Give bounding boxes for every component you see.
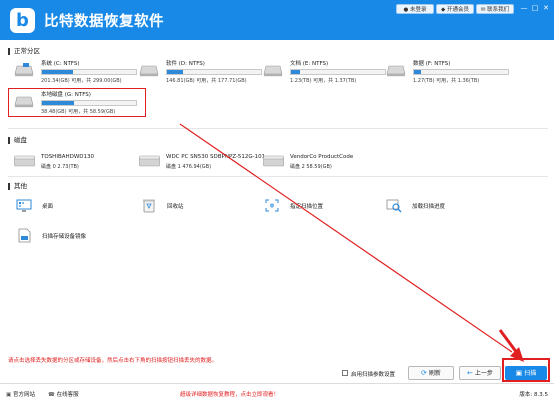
partition-usage-bar <box>41 69 137 75</box>
scan-settings-checkbox[interactable] <box>342 370 348 376</box>
drive-icon <box>263 65 283 77</box>
disk-item[interactable]: WDC PC SN530 SDBPNPZ-512G-1014 磁盘 1 476.… <box>139 153 269 173</box>
partition-usage-bar <box>290 69 386 75</box>
app-title: 比特数据恢复软件 <box>44 14 164 30</box>
support-link[interactable]: ☎ 在线客服 <box>48 390 79 398</box>
refresh-icon: ⟳ <box>421 369 427 377</box>
section-disks-header: 磁盘 <box>8 134 27 144</box>
disk-item[interactable]: TOSHIBAHDWD130 磁盘 0 2.73(TB) <box>14 153 144 173</box>
close-icon[interactable]: ✕ <box>542 3 550 13</box>
disk-info: 磁盘 0 2.73(TB) <box>41 164 79 170</box>
partition-item[interactable]: 数据 (F: NTFS) 1.27(TB) 可用，共 1.36(TB) <box>386 59 516 85</box>
monitor-icon: ▣ <box>6 392 13 398</box>
desktop-item[interactable]: 桌面 <box>16 198 126 214</box>
login-button[interactable]: ● 未登录 <box>396 4 434 14</box>
recycle-bin-label: 回收站 <box>167 204 184 210</box>
disk-image-item[interactable]: 扫描存储设备镜像 <box>16 228 136 244</box>
disk-name: VendorCo ProductCode <box>290 154 354 160</box>
partition-usage-fill <box>42 70 74 74</box>
headset-icon: ☎ <box>48 392 57 398</box>
partition-space: 201.34(GB) 可用，共 299.00(GB) <box>41 78 122 84</box>
desktop-icon <box>16 199 32 212</box>
drive-icon <box>14 63 34 77</box>
contact-button[interactable]: ✉ 联系我们 <box>476 4 514 14</box>
disk-image-label: 扫描存储设备镜像 <box>42 234 87 240</box>
hard-disk-icon <box>139 155 160 167</box>
divider <box>8 176 548 177</box>
specify-location-label: 指定扫描位置 <box>290 204 324 210</box>
partition-name: 系统 (C: NTFS) <box>41 61 80 67</box>
disk-info: 磁盘 1 476.94(GB) <box>166 164 212 170</box>
app-logo: b <box>10 8 35 33</box>
partition-space: 1.27(TB) 可用，共 1.36(TB) <box>413 78 480 84</box>
disk-name: TOSHIBAHDWD130 <box>41 154 95 160</box>
partition-space: 146.81(GB) 可用，共 177.71(GB) <box>166 78 247 84</box>
drive-icon <box>139 65 159 77</box>
location-icon <box>265 199 279 212</box>
instruction-text: 请点击选择丢失数据的分区或存储设备，然后点击右下角的扫描按钮扫描丢失的数据。 <box>8 358 218 364</box>
scan-highlight-box <box>502 358 550 382</box>
partition-item[interactable]: 系统 (C: NTFS) 201.34(GB) 可用，共 299.00(GB) <box>14 59 144 85</box>
partition-usage-fill <box>167 70 183 74</box>
logo-letter: b <box>16 10 29 31</box>
desktop-label: 桌面 <box>42 204 54 210</box>
partition-usage-fill <box>291 70 301 74</box>
partition-item[interactable]: 软件 (D: NTFS) 146.81(GB) 可用，共 177.71(GB) <box>139 59 269 85</box>
load-progress-item[interactable]: 加载扫描进度 <box>386 198 496 214</box>
partition-highlight-box <box>8 88 146 117</box>
specify-location-item[interactable]: 指定扫描位置 <box>264 198 374 214</box>
partition-name: 软件 (D: NTFS) <box>166 61 205 67</box>
scan-settings-label: 启用扫描参数设置 <box>351 372 396 378</box>
footer-divider <box>0 383 554 384</box>
partition-usage-bar <box>413 69 509 75</box>
refresh-button[interactable]: ⟳ 刷新 <box>408 366 454 380</box>
section-partitions-header: 正常分区 <box>8 45 40 55</box>
hard-disk-icon <box>14 155 35 167</box>
disk-item[interactable]: VendorCo ProductCode 磁盘 2 58.59(GB) <box>263 153 393 173</box>
vip-button[interactable]: ◆ 开通会员 <box>436 4 474 14</box>
partition-usage-fill <box>414 70 421 74</box>
version-text: 版本: 8.3.5 <box>519 392 548 398</box>
partition-space: 1.23(TB) 可用，共 1.37(TB) <box>290 78 357 84</box>
load-progress-label: 加载扫描进度 <box>412 204 446 210</box>
disk-info: 磁盘 2 58.59(GB) <box>290 164 332 170</box>
disk-name: WDC PC SN530 SDBPNPZ-512G-1014 <box>166 154 264 160</box>
recycle-bin-item[interactable]: 回收站 <box>141 198 251 214</box>
partition-item[interactable]: 文档 (E: NTFS) 1.23(TB) 可用，共 1.37(TB) <box>263 59 393 85</box>
load-progress-icon <box>386 199 402 213</box>
hard-disk-icon <box>263 155 284 167</box>
back-arrow-icon: ← <box>467 369 473 377</box>
divider <box>8 128 548 129</box>
partition-name: 数据 (F: NTFS) <box>413 61 451 67</box>
drive-icon <box>386 65 406 77</box>
section-other-header: 其他 <box>8 180 27 190</box>
partition-name: 文档 (E: NTFS) <box>290 61 329 67</box>
disk-image-icon <box>18 228 31 243</box>
maximize-icon[interactable]: □ <box>531 3 539 13</box>
back-button[interactable]: ← 上一步 <box>459 366 501 380</box>
minimize-icon[interactable]: — <box>520 3 528 13</box>
partition-usage-bar <box>166 69 262 75</box>
recycle-bin-icon <box>143 199 155 213</box>
website-link[interactable]: ▣ 官方网站 <box>6 390 35 398</box>
tutorial-link[interactable]: 超级详细数据恢复教程，点击立即观看！ <box>180 390 279 398</box>
